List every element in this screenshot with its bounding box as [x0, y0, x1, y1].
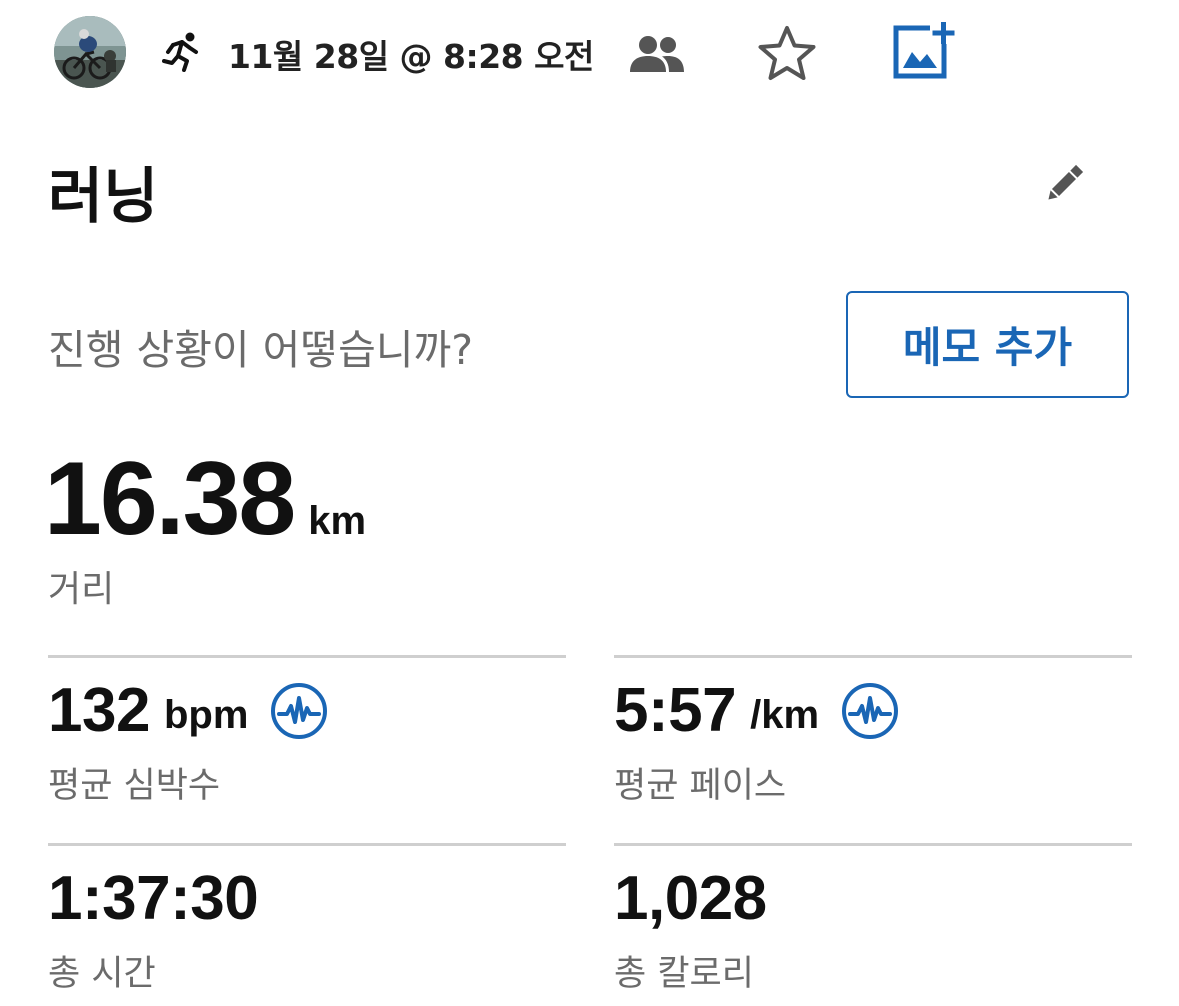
stat-label: 총 시간	[48, 954, 156, 994]
stat-avg-heart-rate: 132 bpm 평균 심박수	[48, 655, 566, 806]
stat-label: 평균 심박수	[48, 766, 221, 806]
stat-unit: bpm	[163, 693, 249, 737]
running-person-icon	[162, 32, 198, 72]
stat-total-calories: 1,028 총 칼로리	[614, 843, 1132, 994]
stat-value: 1,028	[614, 864, 767, 933]
activity-header: 11월 28일 @ 8:28 오전	[0, 0, 1179, 104]
divider	[614, 843, 1132, 846]
distance-value: 16.38	[44, 441, 296, 557]
activity-datetime: 11월 28일 @ 8:28 오전	[228, 37, 594, 76]
stat-unit: /km	[750, 693, 820, 737]
divider	[48, 655, 566, 658]
distance-unit: km	[308, 499, 367, 543]
stat-label: 총 칼로리	[614, 954, 754, 994]
divider	[614, 655, 1132, 658]
heart-rate-chart-icon[interactable]	[270, 682, 328, 740]
distance-value-row: 16.38 km	[44, 440, 366, 559]
notes-prompt: 진행 상황이 어떻습니까?	[48, 326, 474, 374]
people-icon[interactable]	[628, 34, 686, 74]
stat-value: 5:57	[614, 676, 737, 745]
add-memo-button[interactable]: 메모 추가	[846, 291, 1129, 398]
activity-title: 러닝	[48, 162, 159, 232]
star-outline-icon[interactable]	[756, 24, 818, 84]
stat-value: 1:37:30	[48, 864, 259, 933]
stat-label: 평균 페이스	[614, 766, 787, 806]
avatar-photo	[54, 16, 126, 88]
stat-value: 132	[48, 676, 150, 745]
pencil-icon[interactable]	[1040, 160, 1088, 208]
add-photo-icon[interactable]	[890, 18, 956, 82]
stat-total-time: 1:37:30 총 시간	[48, 843, 566, 994]
avatar[interactable]	[54, 16, 126, 88]
stat-avg-pace: 5:57 /km 평균 페이스	[614, 655, 1132, 806]
divider	[48, 843, 566, 846]
distance-label: 거리	[48, 569, 115, 610]
pace-chart-icon[interactable]	[841, 682, 899, 740]
